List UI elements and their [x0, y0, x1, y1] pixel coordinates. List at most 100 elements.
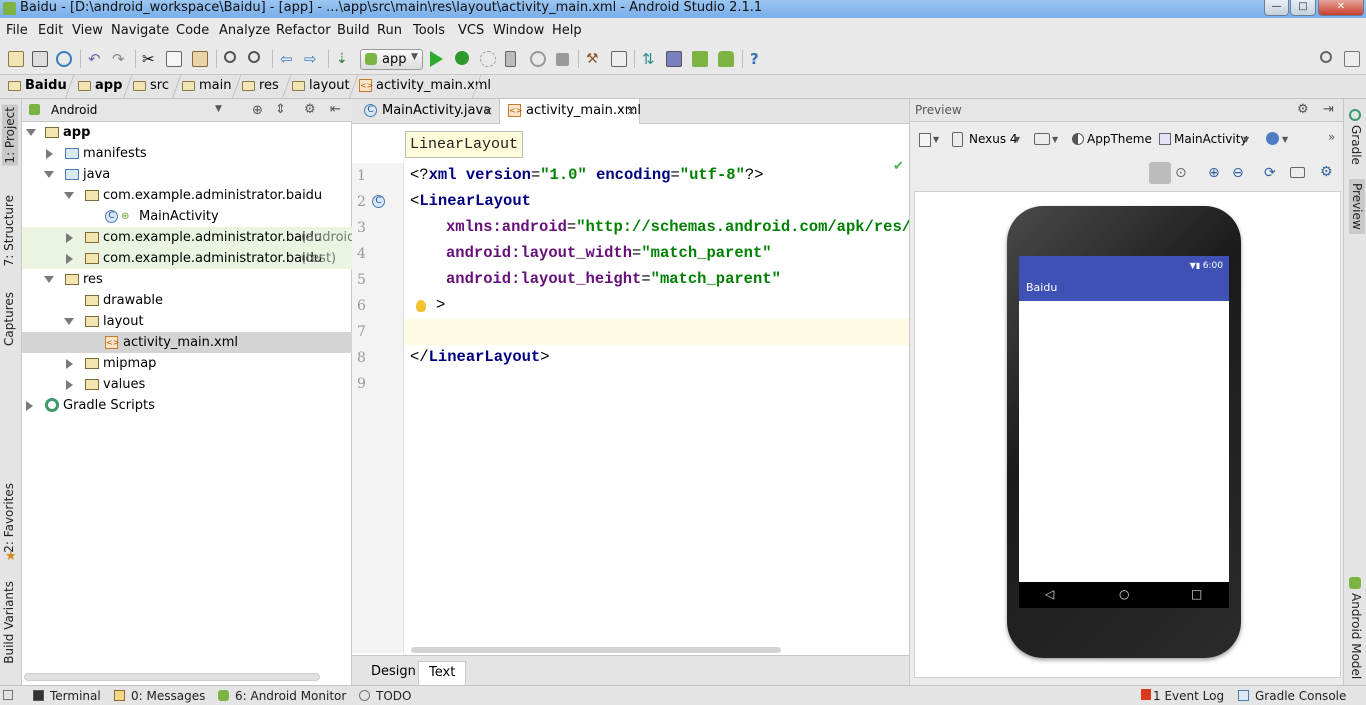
tree-item-activity-main-xml[interactable]: <> activity_main.xml — [22, 332, 352, 353]
debug-icon[interactable] — [455, 51, 469, 65]
tool-tab-todo[interactable]: TODO — [359, 689, 411, 703]
menu-analyze[interactable]: Analyze — [219, 23, 270, 38]
tree-item-drawable[interactable]: drawable — [22, 290, 352, 311]
breadcrumb-src[interactable]: src — [133, 78, 169, 93]
sync-icon[interactable] — [56, 51, 72, 67]
theme-select[interactable]: AppTheme — [1087, 132, 1152, 146]
menu-edit[interactable]: Edit — [38, 23, 63, 38]
collapse-arrow-icon[interactable] — [44, 171, 54, 178]
breadcrumb-layout[interactable]: layout — [292, 78, 350, 93]
apply-changes-icon[interactable] — [505, 51, 516, 67]
close-tab-icon[interactable]: × — [626, 99, 636, 123]
chevron-down-icon[interactable]: ▼ — [1282, 135, 1288, 144]
avd-manager-icon[interactable] — [666, 51, 682, 67]
expand-arrow-icon[interactable] — [66, 233, 73, 243]
tool-tab-preview[interactable]: Preview — [1349, 179, 1365, 234]
chevron-down-icon[interactable]: ▼ — [215, 104, 222, 114]
tool-tab-messages[interactable]: 0: Messages — [114, 689, 205, 703]
save-icon[interactable] — [32, 51, 48, 67]
open-folder-icon[interactable] — [8, 51, 24, 67]
hide-panel-icon[interactable]: ⇤ — [330, 102, 341, 117]
breadcrumb-res[interactable]: res — [242, 78, 279, 93]
tree-item-values[interactable]: values — [22, 374, 352, 395]
tool-tab-project[interactable]: 1: Project — [2, 105, 18, 166]
tree-item-app[interactable]: app — [22, 122, 352, 143]
design-surface-icon[interactable] — [919, 133, 931, 147]
intention-bulb-icon[interactable] — [416, 300, 426, 312]
chevron-down-icon[interactable]: ▼ — [1014, 135, 1020, 144]
more-icon[interactable]: » — [1328, 130, 1335, 144]
hide-panel-icon[interactable]: ⇥ — [1323, 102, 1334, 117]
tool-tab-captures[interactable]: Captures — [2, 292, 16, 346]
toggle-tool-windows-icon[interactable] — [3, 690, 13, 700]
tree-item-manifests[interactable]: manifests — [22, 143, 352, 164]
android-device-monitor-icon[interactable] — [718, 51, 734, 67]
collapse-arrow-icon[interactable] — [44, 276, 54, 283]
tool-tab-android-monitor[interactable]: 6: Android Monitor — [218, 689, 346, 703]
sync-gradle-icon[interactable]: ⇅ — [642, 51, 658, 67]
menu-help[interactable]: Help — [552, 23, 582, 38]
menu-refactor[interactable]: Refactor — [276, 23, 331, 38]
tree-item-gradle-scripts[interactable]: Gradle Scripts — [22, 395, 352, 416]
tool-tab-android-model[interactable]: Android Model — [1349, 593, 1363, 679]
zoom-actual-icon[interactable] — [1149, 162, 1171, 184]
collapse-arrow-icon[interactable] — [64, 192, 74, 199]
tab-text[interactable]: Text — [418, 661, 467, 685]
collapse-arrow-icon[interactable] — [26, 129, 36, 136]
code-line-8[interactable]: </LinearLayout> — [410, 348, 550, 366]
menu-vcs[interactable]: VCS — [458, 23, 484, 38]
close-window-button[interactable]: ✕ — [1318, 0, 1364, 16]
maximize-button[interactable]: □ — [1290, 0, 1316, 16]
paste-icon[interactable] — [192, 51, 208, 67]
gear-icon[interactable]: ⚙ — [1297, 102, 1309, 117]
copy-icon[interactable] — [166, 51, 182, 67]
tool-tab-terminal[interactable]: Terminal — [33, 689, 101, 703]
close-tab-icon[interactable]: × — [483, 99, 493, 123]
breadcrumb-main[interactable]: main — [182, 78, 231, 93]
attach-debugger-icon[interactable] — [480, 51, 496, 67]
tool-tab-gradle[interactable]: Gradle — [1349, 125, 1363, 165]
project-structure-button-icon[interactable] — [1344, 51, 1360, 67]
expand-arrow-icon[interactable] — [66, 359, 73, 369]
expand-arrow-icon[interactable] — [26, 401, 33, 411]
related-class-gutter-icon[interactable]: C — [372, 195, 385, 208]
search-everywhere-icon[interactable] — [1320, 51, 1332, 63]
menu-tools[interactable]: Tools — [413, 23, 445, 38]
device-select[interactable]: Nexus 4 — [969, 132, 1018, 146]
menu-run[interactable]: Run — [377, 23, 402, 38]
collapse-arrow-icon[interactable] — [64, 318, 74, 325]
replace-icon[interactable] — [248, 51, 260, 63]
refresh-icon[interactable]: ⟳ — [1264, 165, 1276, 181]
tree-item-res[interactable]: res — [22, 269, 352, 290]
tab-mainactivity-java[interactable]: C MainActivity.java × — [356, 99, 498, 124]
tool-tab-gradle-console[interactable]: Gradle Console — [1238, 689, 1346, 703]
activity-select[interactable]: MainActivity — [1174, 132, 1248, 146]
tree-item-mainactivity[interactable]: C ⊕ MainActivity — [22, 206, 352, 227]
run-configuration-select[interactable]: app ▼ — [360, 49, 423, 70]
project-structure-icon[interactable]: ⚒ — [586, 51, 602, 67]
code-line-4[interactable]: android:layout_width="match_parent" — [446, 244, 772, 262]
tree-item-java[interactable]: java — [22, 164, 352, 185]
find-icon[interactable] — [224, 51, 236, 63]
tool-tab-event-log[interactable]: 1 Event Log — [1141, 689, 1224, 703]
orientation-icon[interactable] — [1034, 133, 1050, 145]
stop-icon[interactable] — [556, 53, 569, 66]
code-line-5[interactable]: android:layout_height="match_parent" — [446, 270, 781, 288]
code-line-3[interactable]: xmlns:android="http://schemas.android.co… — [446, 218, 986, 236]
chevron-down-icon[interactable]: ▼ — [1052, 135, 1058, 144]
project-view-select[interactable]: Android — [51, 103, 97, 117]
code-line-1[interactable]: <?xml version="1.0" encoding="utf-8"?> — [410, 166, 764, 184]
tool-tab-build-variants[interactable]: Build Variants — [2, 581, 16, 664]
settings-gear-icon[interactable]: ⚙ — [1320, 164, 1333, 180]
zoom-in-icon[interactable]: ⊕ — [1208, 165, 1220, 181]
chevron-down-icon[interactable]: ▼ — [933, 135, 939, 144]
expand-arrow-icon[interactable] — [66, 380, 73, 390]
tree-item-layout[interactable]: layout — [22, 311, 352, 332]
tool-tab-favorites[interactable]: 2: Favorites — [2, 483, 16, 553]
run-icon[interactable] — [430, 51, 443, 67]
zoom-out-icon[interactable]: ⊖ — [1232, 165, 1244, 181]
menu-build[interactable]: Build — [337, 23, 370, 38]
settings-icon[interactable] — [611, 51, 627, 67]
expand-arrow-icon[interactable] — [66, 254, 73, 264]
collapse-all-icon[interactable]: ⇕ — [275, 102, 286, 117]
